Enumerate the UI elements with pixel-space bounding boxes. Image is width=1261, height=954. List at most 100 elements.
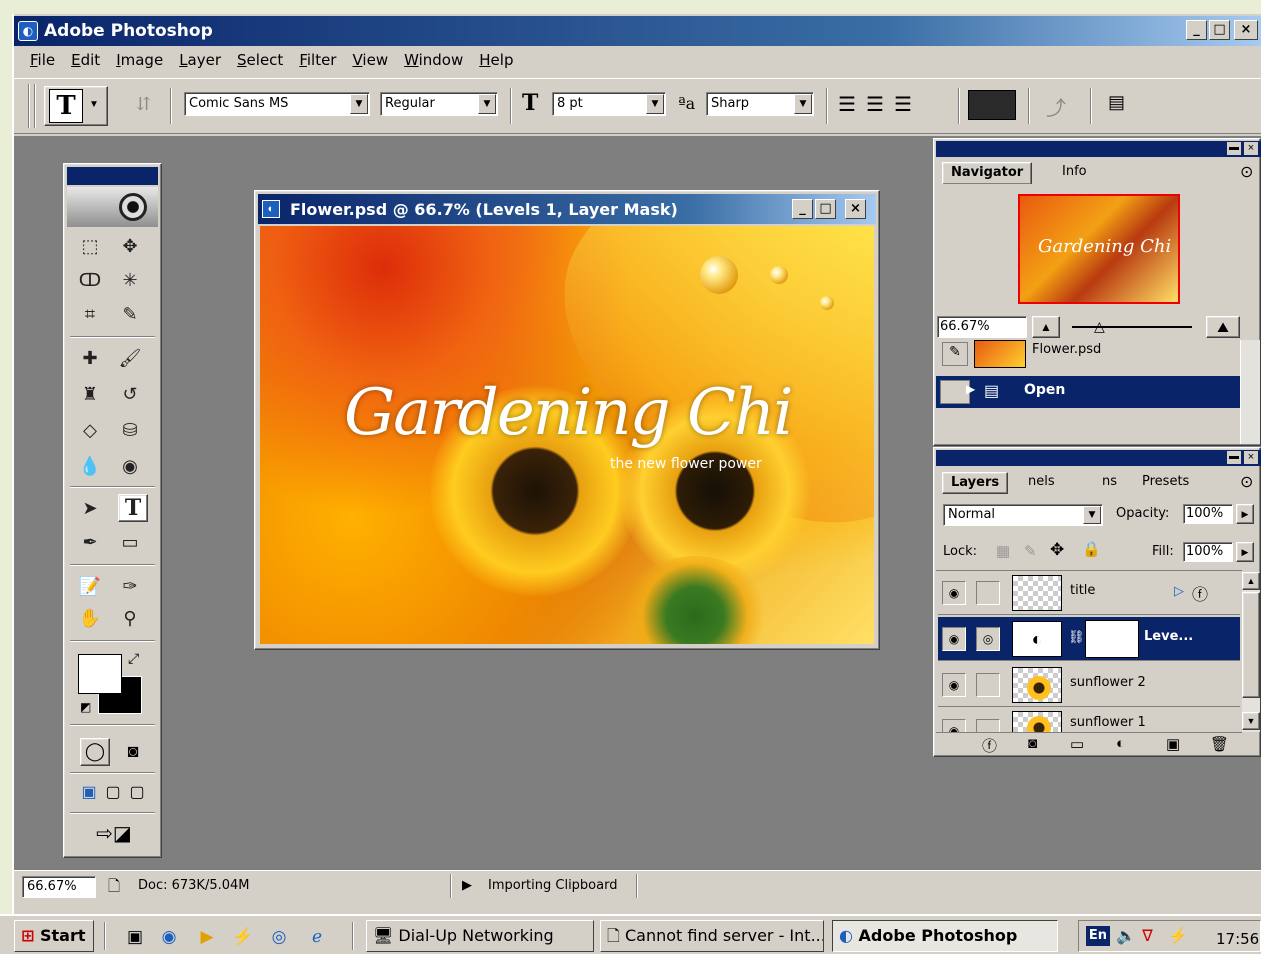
mask-link-icon[interactable]: ⛓ [1068, 629, 1085, 645]
menu-window[interactable]: Window [404, 51, 463, 69]
crop-tool-icon[interactable]: ⌗ [78, 302, 102, 326]
menu-filter[interactable]: Filter [299, 51, 336, 69]
app-titlebar[interactable]: ◐ Adobe Photoshop [14, 16, 1261, 46]
visibility-eye-icon[interactable]: ◉ [942, 719, 966, 732]
palette-close-icon[interactable]: × [1244, 142, 1258, 155]
layer-row-sunflower-2[interactable]: ◉ sunflower 2 [938, 663, 1240, 707]
fill-slider-button[interactable]: ▶ [1236, 542, 1254, 562]
type-tool-button[interactable]: T [118, 494, 148, 522]
doc-close-button[interactable]: × [845, 199, 866, 219]
align-right-icon[interactable]: ☰ [894, 92, 912, 117]
visibility-eye-icon[interactable]: ◉ [942, 627, 966, 651]
screen-mode-standard-icon[interactable]: ▣ [78, 782, 100, 804]
opacity-slider-button[interactable]: ▶ [1236, 504, 1254, 524]
lock-position-icon[interactable]: ✥ [1050, 540, 1064, 560]
pen-tool-icon[interactable]: ✒ [78, 530, 102, 554]
screen-mode-full-icon[interactable]: ▢ [126, 782, 148, 804]
antialias-select[interactable]: Sharp ▼ [706, 92, 814, 116]
expand-effects-icon[interactable]: ▷ [1174, 583, 1184, 599]
notes-tool-icon[interactable]: 📝 [78, 574, 102, 598]
align-left-icon[interactable]: ☰ [838, 92, 856, 117]
menu-layer[interactable]: Layer [179, 51, 221, 69]
menu-view[interactable]: View [352, 51, 388, 69]
language-indicator[interactable]: En [1086, 926, 1110, 946]
navigator-zoom-field[interactable]: 66.67% [937, 316, 1027, 338]
add-mask-icon[interactable]: ◙ [1028, 735, 1037, 752]
new-set-icon[interactable]: ▭ [1070, 735, 1084, 753]
eraser-tool-icon[interactable]: ◇ [78, 418, 102, 442]
zoom-slider-thumb[interactable]: △ [1094, 318, 1105, 335]
new-adjustment-layer-icon[interactable]: ◐ [1116, 735, 1125, 752]
doc-maximize-button[interactable]: □ [815, 199, 836, 219]
palette-menu-icon[interactable]: ⊙ [1240, 162, 1253, 182]
navigator-titlebar[interactable]: ▬ × [936, 141, 1261, 157]
adobe-online-icon[interactable] [67, 187, 158, 227]
palette-minimize-icon[interactable]: ▬ [1227, 142, 1241, 155]
volume-icon[interactable]: 🔈 [1116, 926, 1136, 946]
menu-select[interactable]: Select [237, 51, 283, 69]
ie-channels-icon[interactable]: ◉ [158, 926, 180, 948]
zoom-out-icon[interactable]: ▲ [1032, 316, 1060, 338]
tray-app-icon[interactable]: ᐁ [1142, 926, 1153, 946]
paint-bucket-tool-icon[interactable]: ⛁ [118, 418, 142, 442]
toolbox-titlebar[interactable] [67, 167, 158, 185]
tool-preset-picker[interactable]: T ▼ [44, 86, 108, 126]
blur-tool-icon[interactable]: 💧 [78, 454, 102, 478]
zoom-slider[interactable] [1072, 326, 1192, 328]
align-center-icon[interactable]: ☰ [866, 92, 884, 117]
menu-image[interactable]: Image [116, 51, 163, 69]
history-brush-tool-icon[interactable]: ↺ [118, 382, 142, 406]
layers-scrollbar[interactable]: ▲ ▼ [1242, 572, 1260, 732]
link-box[interactable] [976, 719, 1000, 732]
font-size-select[interactable]: 8 pt ▼ [552, 92, 666, 116]
task-ie[interactable]: 🗋 Cannot find server - Int... [600, 920, 824, 952]
menu-help[interactable]: Help [479, 51, 513, 69]
brush-tool-icon[interactable]: 🖌 [118, 346, 142, 370]
close-button[interactable]: × [1234, 20, 1258, 40]
document-canvas[interactable]: Gardening Chi the new flower power [260, 226, 874, 644]
status-menu-arrow-icon[interactable]: ▶ [462, 877, 472, 893]
history-scrollbar[interactable] [1240, 340, 1260, 444]
link-box[interactable] [976, 673, 1000, 697]
quick-mask-mode-icon[interactable]: ◙ [118, 738, 148, 766]
blend-mode-select[interactable]: Normal ▼ [943, 504, 1103, 526]
add-style-icon[interactable]: ⓕ [982, 735, 997, 756]
slice-tool-icon[interactable]: ✎ [118, 302, 142, 326]
lock-image-icon[interactable]: ✎ [1024, 542, 1037, 560]
text-color-swatch[interactable] [968, 90, 1016, 120]
winamp-icon[interactable]: ⚡ [232, 926, 254, 948]
eyedropper-tool-icon[interactable]: ✑ [118, 574, 142, 598]
status-zoom-field[interactable]: 66.67% [22, 876, 96, 898]
marquee-tool-icon[interactable]: ⬚ [78, 234, 102, 258]
minimize-button[interactable]: _ [1186, 20, 1207, 40]
tab-layers[interactable]: Layers [942, 472, 1009, 494]
scroll-thumb[interactable] [1242, 592, 1260, 698]
zoom-tool-icon[interactable]: ⚲ [118, 606, 142, 630]
healing-brush-tool-icon[interactable]: ✚ [78, 346, 102, 370]
fill-field[interactable]: 100% [1183, 542, 1233, 562]
rectangle-tool-icon[interactable]: ▭ [118, 530, 142, 554]
standard-mode-button[interactable]: ◯ [80, 738, 110, 766]
tab-info[interactable]: Info [1054, 162, 1095, 182]
visibility-eye-icon[interactable]: ◉ [942, 673, 966, 697]
layer-row-levels[interactable]: ◉ ◎ ◐ ⛓ Leve... [938, 617, 1240, 661]
new-layer-icon[interactable]: ▣ [1166, 735, 1180, 753]
layers-titlebar[interactable]: ▬ × [936, 450, 1261, 466]
internet-explorer-icon[interactable]: ℯ [306, 926, 328, 948]
jump-to-imageready-icon[interactable]: ⇨◪ [80, 820, 148, 848]
palettes-toggle-icon[interactable]: ▤ [1108, 92, 1125, 113]
tab-navigator[interactable]: Navigator [942, 162, 1033, 184]
visibility-eye-icon[interactable]: ◉ [942, 581, 966, 605]
tab-paths[interactable]: ns [1094, 472, 1125, 492]
navigator-thumbnail[interactable]: Gardening Chi [1018, 194, 1180, 304]
scroll-up-icon[interactable]: ▲ [1242, 572, 1260, 590]
task-dialup[interactable]: 🖥 Dial-Up Networking [366, 920, 594, 952]
screen-mode-full-menu-icon[interactable]: ▢ [102, 782, 124, 804]
tab-presets[interactable]: Presets [1134, 472, 1197, 492]
hand-tool-icon[interactable]: ✋ [78, 606, 102, 630]
history-state-open[interactable]: ▶ ▤ Open [936, 376, 1240, 408]
palette-menu-icon[interactable]: ⊙ [1240, 472, 1253, 492]
task-photoshop[interactable]: ◐ Adobe Photoshop [832, 920, 1058, 952]
swap-colors-icon[interactable]: ⤢ [128, 650, 139, 667]
tab-channels[interactable]: nels [1020, 472, 1063, 492]
